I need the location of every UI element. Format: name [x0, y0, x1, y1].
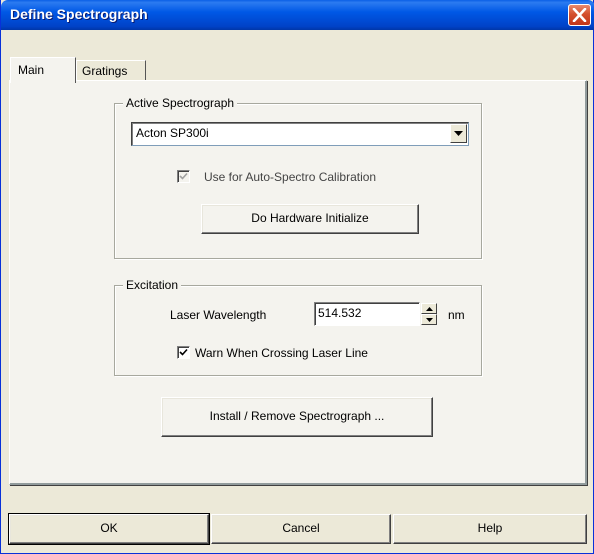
auto-calibration-checkbox[interactable]	[177, 170, 190, 183]
tab-main[interactable]: Main	[10, 57, 76, 83]
window-title: Define Spectrograph	[10, 6, 148, 22]
laser-wavelength-value: 514.532	[318, 306, 362, 320]
chevron-down-icon	[454, 131, 463, 136]
auto-calibration-label: Use for Auto-Spectro Calibration	[204, 170, 377, 184]
laser-wavelength-input[interactable]: 514.532	[314, 302, 420, 326]
wavelength-unit: nm	[448, 308, 465, 322]
define-spectrograph-dialog: Define Spectrograph Main Gratings Active…	[0, 0, 594, 554]
close-button[interactable]	[568, 4, 591, 26]
laser-wavelength-label: Laser Wavelength	[170, 308, 267, 322]
ok-button[interactable]: OK	[8, 513, 210, 545]
tab-main-label: Main	[18, 63, 45, 77]
install-remove-spectrograph-button[interactable]: Install / Remove Spectrograph ...	[161, 397, 433, 437]
warn-laser-line-checkbox[interactable]	[177, 346, 190, 359]
tab-panel-main: Active Spectrograph Acton SP300i Use for…	[9, 80, 587, 485]
spin-down-button[interactable]	[421, 314, 437, 325]
excitation-group: Excitation Laser Wavelength 514.532 nm W…	[114, 278, 482, 376]
spectrograph-select-arrow[interactable]	[450, 124, 467, 143]
help-button[interactable]: Help	[393, 514, 587, 544]
title-bar[interactable]: Define Spectrograph	[1, 0, 594, 30]
excitation-legend: Excitation	[123, 278, 182, 292]
spectrograph-select-value: Acton SP300i	[136, 126, 209, 140]
spectrograph-select[interactable]: Acton SP300i	[131, 122, 469, 146]
arrow-up-icon	[426, 307, 433, 311]
arrow-down-icon	[426, 318, 433, 322]
tab-gratings-label: Gratings	[82, 64, 128, 78]
checkmark-icon	[179, 172, 188, 180]
checkmark-icon	[179, 348, 188, 356]
hardware-initialize-button[interactable]: Do Hardware Initialize	[201, 204, 419, 234]
active-spectrograph-group: Active Spectrograph Acton SP300i Use for…	[114, 96, 482, 259]
spin-up-button[interactable]	[421, 303, 437, 314]
tab-gratings[interactable]: Gratings	[76, 60, 146, 82]
laser-wavelength-spinner[interactable]	[421, 303, 437, 325]
cancel-button[interactable]: Cancel	[211, 514, 391, 544]
active-spectrograph-legend: Active Spectrograph	[123, 96, 238, 110]
close-icon	[572, 8, 587, 22]
warn-laser-line-label: Warn When Crossing Laser Line	[195, 346, 368, 360]
